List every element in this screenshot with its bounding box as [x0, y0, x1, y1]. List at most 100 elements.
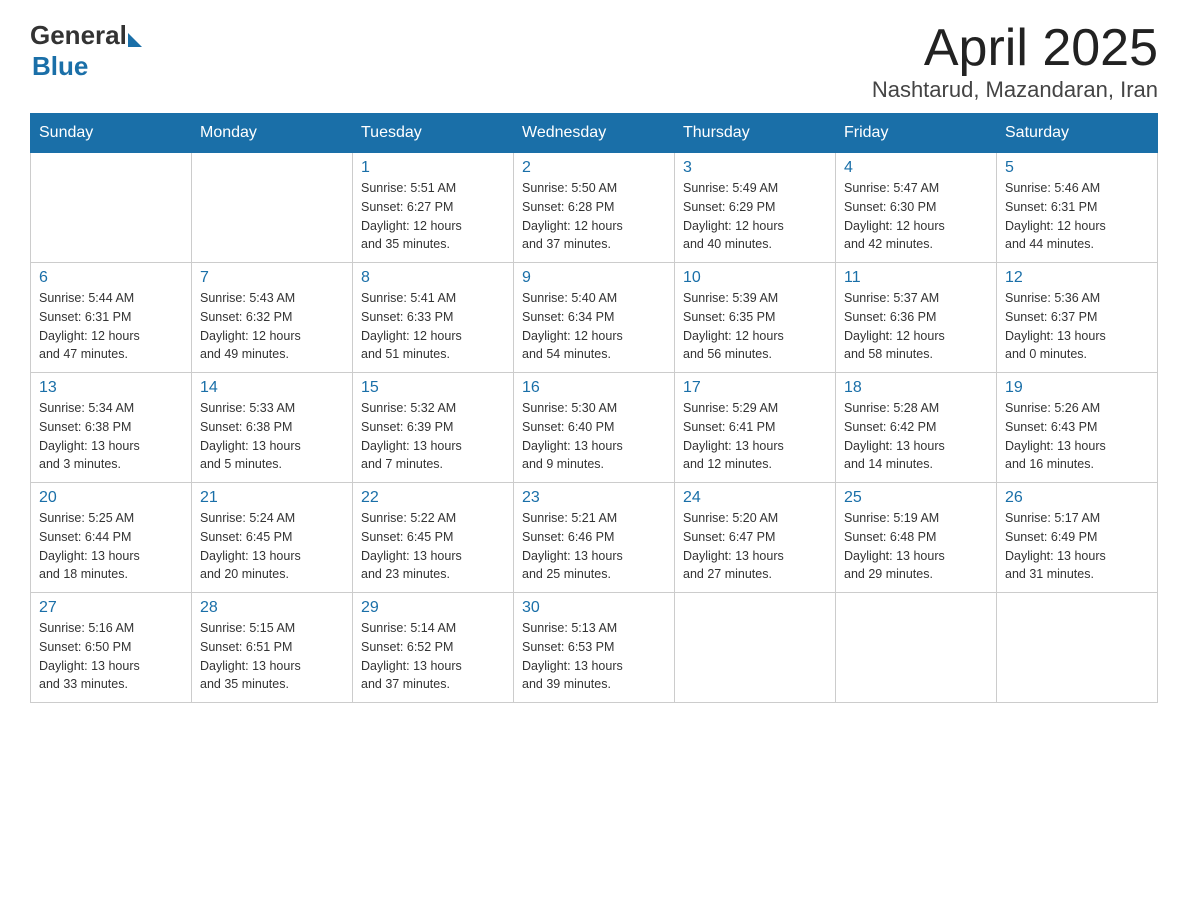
day-of-week-header: Wednesday	[514, 114, 675, 153]
day-info: Sunrise: 5:32 AM Sunset: 6:39 PM Dayligh…	[361, 401, 462, 471]
day-of-week-header: Monday	[192, 114, 353, 153]
day-number: 12	[1005, 269, 1149, 287]
day-number: 9	[522, 269, 666, 287]
calendar-day-cell	[997, 593, 1158, 703]
calendar-day-cell	[836, 593, 997, 703]
day-info: Sunrise: 5:51 AM Sunset: 6:27 PM Dayligh…	[361, 181, 462, 251]
day-number: 19	[1005, 379, 1149, 397]
day-info: Sunrise: 5:37 AM Sunset: 6:36 PM Dayligh…	[844, 291, 945, 361]
day-number: 23	[522, 489, 666, 507]
calendar-week-row: 20 Sunrise: 5:25 AM Sunset: 6:44 PM Dayli…	[31, 483, 1158, 593]
calendar-day-cell: 6 Sunrise: 5:44 AM Sunset: 6:31 PM Daylig…	[31, 263, 192, 373]
calendar-subtitle: Nashtarud, Mazandaran, Iran	[872, 77, 1158, 103]
calendar-week-row: 1 Sunrise: 5:51 AM Sunset: 6:27 PM Daylig…	[31, 153, 1158, 263]
calendar-day-cell: 17 Sunrise: 5:29 AM Sunset: 6:41 PM Dayli…	[675, 373, 836, 483]
calendar-day-cell: 3Sunrise: 5:49 AM Sunset: 6:29 PM Daylig…	[675, 153, 836, 263]
calendar-day-cell: 12 Sunrise: 5:36 AM Sunset: 6:37 PM Dayli…	[997, 263, 1158, 373]
day-info: Sunrise: 5:16 AM Sunset: 6:50 PM Dayligh…	[39, 621, 140, 691]
day-of-week-header: Tuesday	[353, 114, 514, 153]
logo-general: General	[30, 20, 127, 51]
day-of-week-header: Saturday	[997, 114, 1158, 153]
day-info: Sunrise: 5:44 AM Sunset: 6:31 PM Dayligh…	[39, 291, 140, 361]
calendar-day-cell: 9 Sunrise: 5:40 AM Sunset: 6:34 PM Daylig…	[514, 263, 675, 373]
calendar-day-cell: 30 Sunrise: 5:13 AM Sunset: 6:53 PM Dayli…	[514, 593, 675, 703]
day-number: 7	[200, 269, 344, 287]
calendar-day-cell: 18Sunrise: 5:28 AM Sunset: 6:42 PM Dayli…	[836, 373, 997, 483]
calendar-day-cell: 27 Sunrise: 5:16 AM Sunset: 6:50 PM Dayli…	[31, 593, 192, 703]
calendar-day-cell: 19Sunrise: 5:26 AM Sunset: 6:43 PM Dayli…	[997, 373, 1158, 483]
page-header: General Blue April 2025 Nashtarud, Mazan…	[30, 20, 1158, 103]
day-info: Sunrise: 5:46 AM Sunset: 6:31 PM Dayligh…	[1005, 181, 1106, 251]
day-number: 10	[683, 269, 827, 287]
day-info: Sunrise: 5:50 AM Sunset: 6:28 PM Dayligh…	[522, 181, 623, 251]
calendar-day-cell: 7Sunrise: 5:43 AM Sunset: 6:32 PM Daylig…	[192, 263, 353, 373]
day-number: 4	[844, 159, 988, 177]
calendar-day-cell: 21 Sunrise: 5:24 AM Sunset: 6:45 PM Dayli…	[192, 483, 353, 593]
day-number: 27	[39, 599, 183, 617]
calendar-day-cell: 22 Sunrise: 5:22 AM Sunset: 6:45 PM Dayli…	[353, 483, 514, 593]
day-number: 15	[361, 379, 505, 397]
logo-blue: Blue	[32, 51, 88, 82]
calendar-day-cell: 26 Sunrise: 5:17 AM Sunset: 6:49 PM Dayli…	[997, 483, 1158, 593]
day-info: Sunrise: 5:13 AM Sunset: 6:53 PM Dayligh…	[522, 621, 623, 691]
calendar-week-row: 27 Sunrise: 5:16 AM Sunset: 6:50 PM Dayli…	[31, 593, 1158, 703]
calendar-day-cell: 5 Sunrise: 5:46 AM Sunset: 6:31 PM Daylig…	[997, 153, 1158, 263]
day-number: 25	[844, 489, 988, 507]
day-info: Sunrise: 5:20 AM Sunset: 6:47 PM Dayligh…	[683, 511, 784, 581]
day-number: 5	[1005, 159, 1149, 177]
calendar-day-cell: 1 Sunrise: 5:51 AM Sunset: 6:27 PM Daylig…	[353, 153, 514, 263]
day-info: Sunrise: 5:30 AM Sunset: 6:40 PM Dayligh…	[522, 401, 623, 471]
day-of-week-header: Sunday	[31, 114, 192, 153]
day-info: Sunrise: 5:21 AM Sunset: 6:46 PM Dayligh…	[522, 511, 623, 581]
day-number: 30	[522, 599, 666, 617]
day-of-week-header: Friday	[836, 114, 997, 153]
day-number: 29	[361, 599, 505, 617]
calendar-day-cell: 25 Sunrise: 5:19 AM Sunset: 6:48 PM Dayli…	[836, 483, 997, 593]
day-number: 18	[844, 379, 988, 397]
day-info: Sunrise: 5:41 AM Sunset: 6:33 PM Dayligh…	[361, 291, 462, 361]
calendar-title: April 2025	[872, 20, 1158, 77]
day-info: Sunrise: 5:15 AM Sunset: 6:51 PM Dayligh…	[200, 621, 301, 691]
day-number: 1	[361, 159, 505, 177]
calendar-day-cell: 10 Sunrise: 5:39 AM Sunset: 6:35 PM Dayli…	[675, 263, 836, 373]
day-number: 22	[361, 489, 505, 507]
calendar-week-row: 13Sunrise: 5:34 AM Sunset: 6:38 PM Dayli…	[31, 373, 1158, 483]
day-number: 26	[1005, 489, 1149, 507]
day-number: 16	[522, 379, 666, 397]
day-number: 6	[39, 269, 183, 287]
calendar-table: SundayMondayTuesdayWednesdayThursdayFrid…	[30, 113, 1158, 703]
day-number: 8	[361, 269, 505, 287]
day-info: Sunrise: 5:29 AM Sunset: 6:41 PM Dayligh…	[683, 401, 784, 471]
day-number: 21	[200, 489, 344, 507]
day-info: Sunrise: 5:22 AM Sunset: 6:45 PM Dayligh…	[361, 511, 462, 581]
day-info: Sunrise: 5:36 AM Sunset: 6:37 PM Dayligh…	[1005, 291, 1106, 361]
day-number: 17	[683, 379, 827, 397]
day-of-week-header: Thursday	[675, 114, 836, 153]
calendar-title-block: April 2025 Nashtarud, Mazandaran, Iran	[872, 20, 1158, 103]
calendar-day-cell	[31, 153, 192, 263]
day-number: 11	[844, 269, 988, 287]
day-number: 24	[683, 489, 827, 507]
day-info: Sunrise: 5:17 AM Sunset: 6:49 PM Dayligh…	[1005, 511, 1106, 581]
day-info: Sunrise: 5:24 AM Sunset: 6:45 PM Dayligh…	[200, 511, 301, 581]
day-info: Sunrise: 5:25 AM Sunset: 6:44 PM Dayligh…	[39, 511, 140, 581]
day-info: Sunrise: 5:19 AM Sunset: 6:48 PM Dayligh…	[844, 511, 945, 581]
day-info: Sunrise: 5:33 AM Sunset: 6:38 PM Dayligh…	[200, 401, 301, 471]
calendar-day-cell: 16 Sunrise: 5:30 AM Sunset: 6:40 PM Dayli…	[514, 373, 675, 483]
calendar-day-cell: 8 Sunrise: 5:41 AM Sunset: 6:33 PM Daylig…	[353, 263, 514, 373]
calendar-day-cell: 15 Sunrise: 5:32 AM Sunset: 6:39 PM Dayli…	[353, 373, 514, 483]
day-info: Sunrise: 5:40 AM Sunset: 6:34 PM Dayligh…	[522, 291, 623, 361]
calendar-day-cell	[675, 593, 836, 703]
day-info: Sunrise: 5:49 AM Sunset: 6:29 PM Dayligh…	[683, 181, 784, 251]
day-number: 13	[39, 379, 183, 397]
calendar-day-cell: 11 Sunrise: 5:37 AM Sunset: 6:36 PM Dayli…	[836, 263, 997, 373]
day-info: Sunrise: 5:39 AM Sunset: 6:35 PM Dayligh…	[683, 291, 784, 361]
logo-arrow-icon	[128, 33, 142, 47]
calendar-week-row: 6 Sunrise: 5:44 AM Sunset: 6:31 PM Daylig…	[31, 263, 1158, 373]
day-number: 20	[39, 489, 183, 507]
day-info: Sunrise: 5:47 AM Sunset: 6:30 PM Dayligh…	[844, 181, 945, 251]
calendar-day-cell: 4 Sunrise: 5:47 AM Sunset: 6:30 PM Daylig…	[836, 153, 997, 263]
calendar-day-cell: 23 Sunrise: 5:21 AM Sunset: 6:46 PM Dayli…	[514, 483, 675, 593]
calendar-day-cell: 28Sunrise: 5:15 AM Sunset: 6:51 PM Dayli…	[192, 593, 353, 703]
calendar-day-cell: 14Sunrise: 5:33 AM Sunset: 6:38 PM Dayli…	[192, 373, 353, 483]
